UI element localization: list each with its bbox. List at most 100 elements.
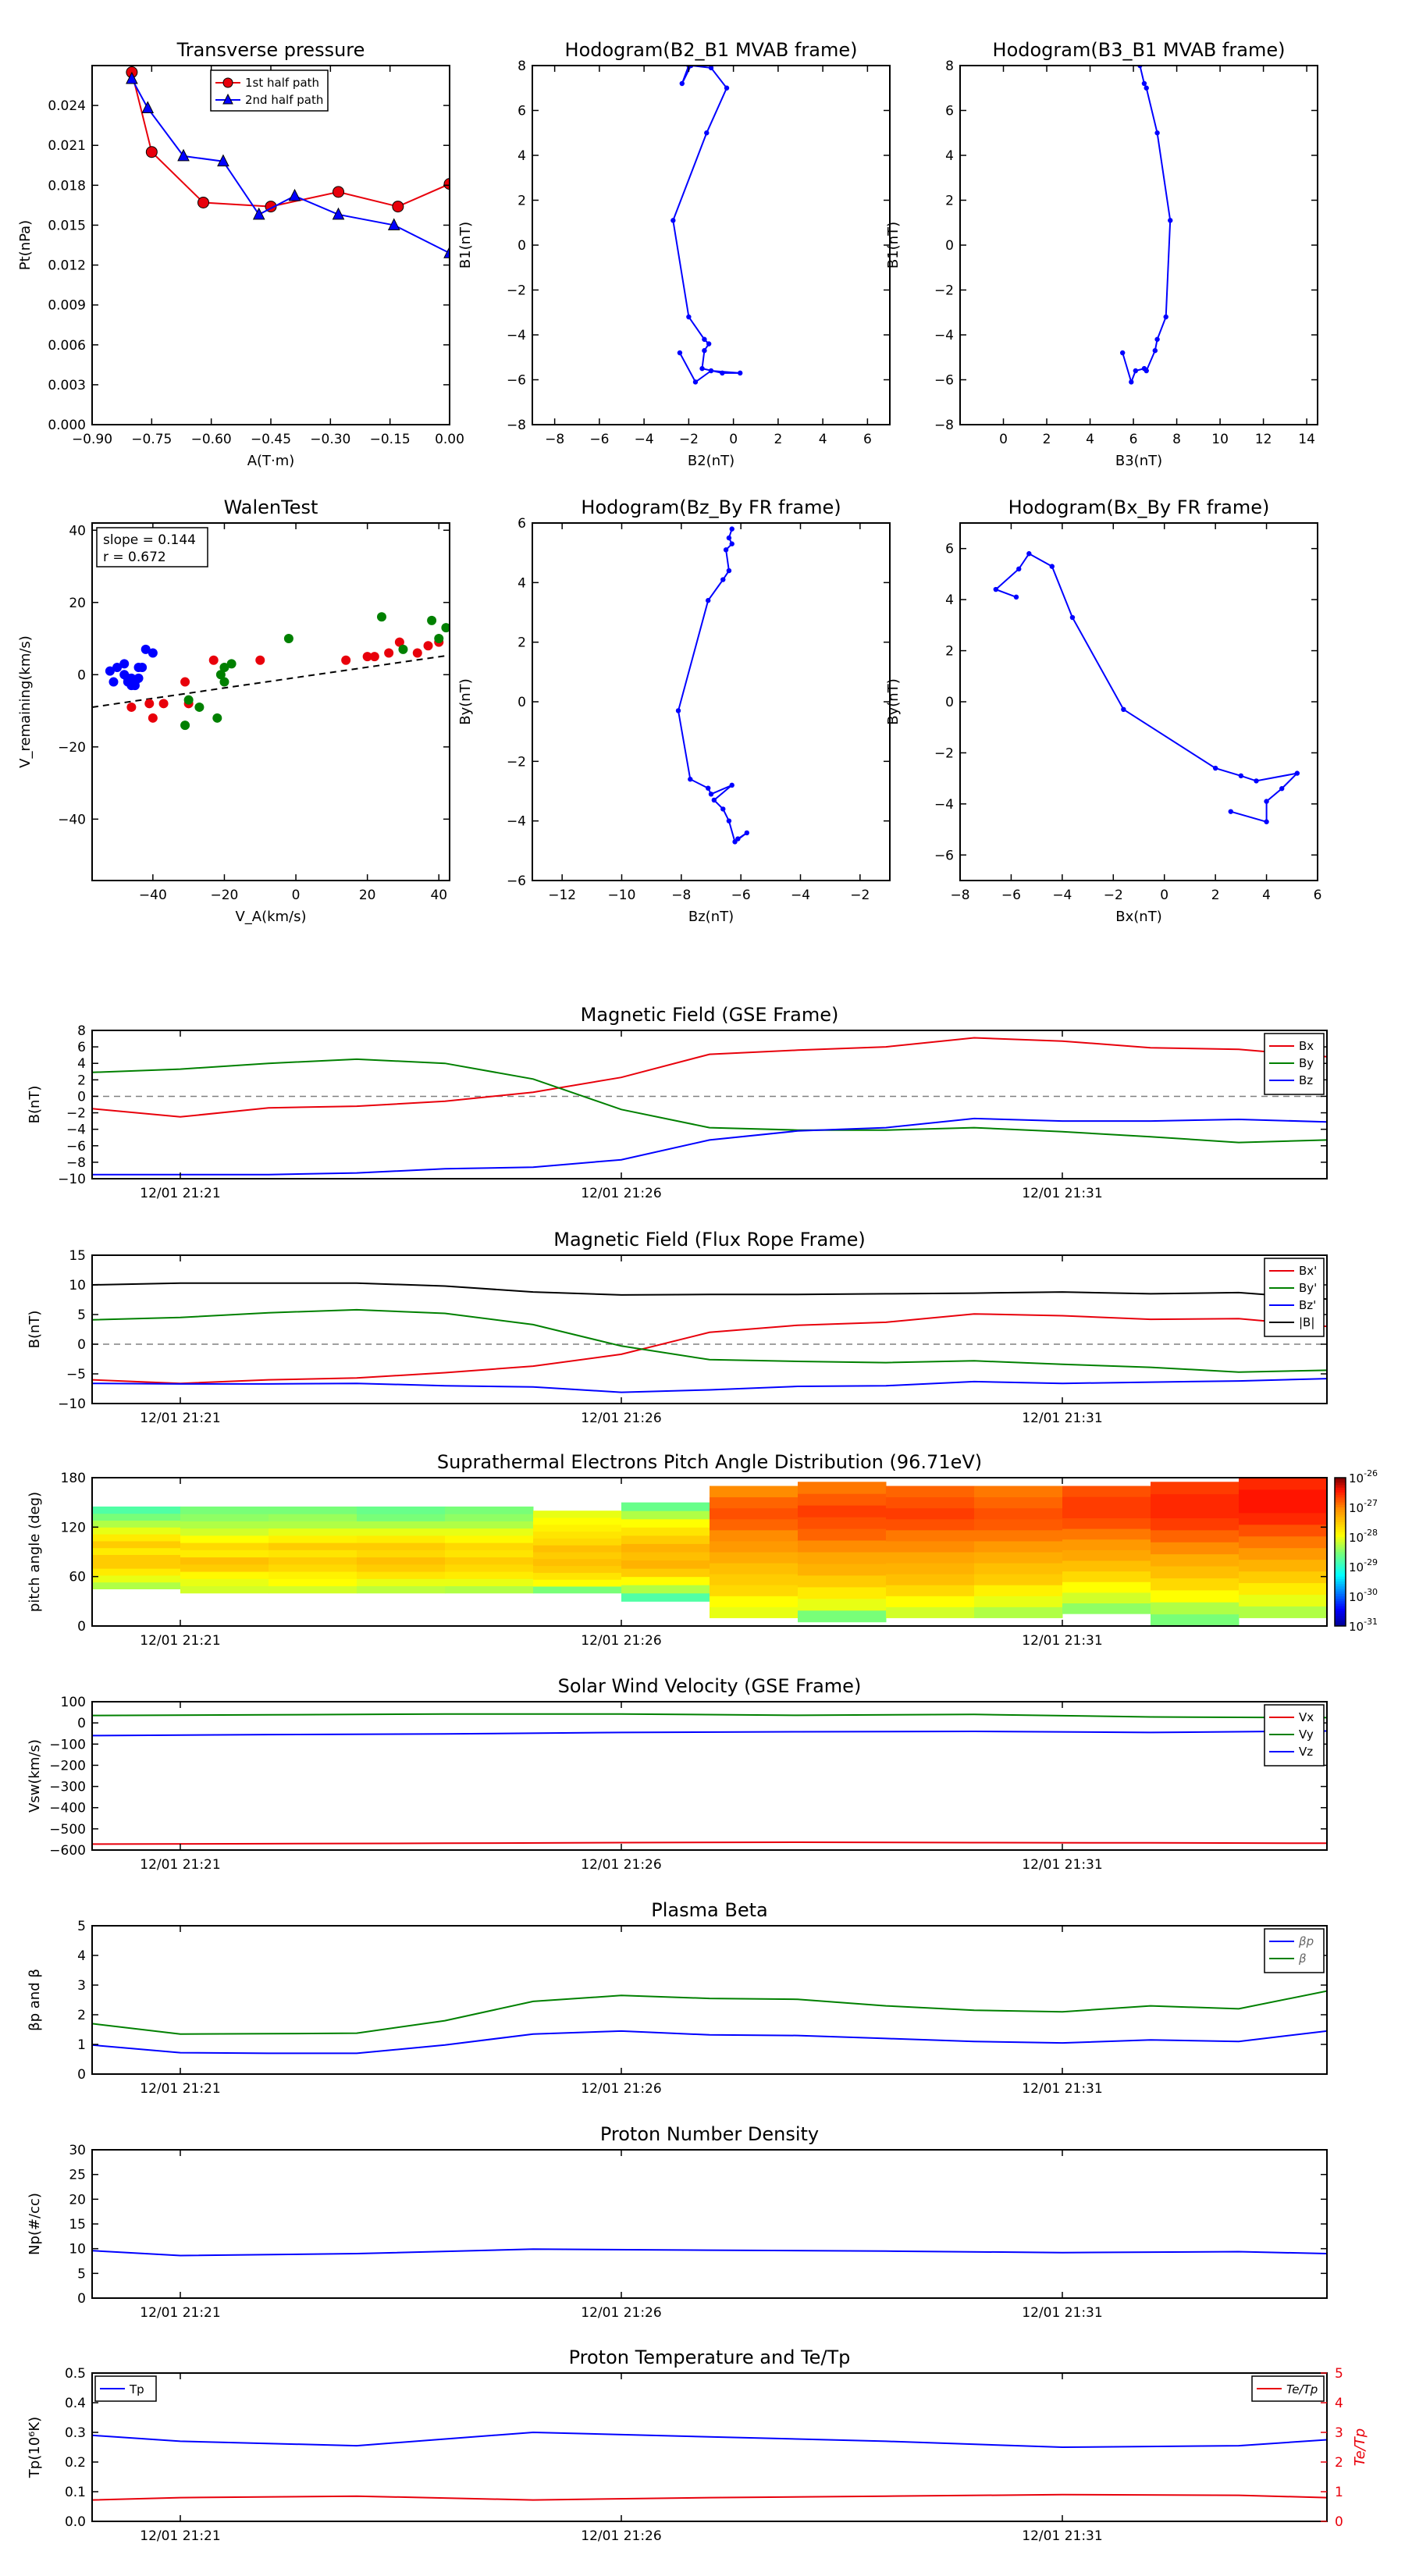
heatmap-cell [445, 1571, 534, 1579]
data-point [705, 785, 711, 791]
data-point [726, 535, 732, 541]
data-point [1264, 819, 1269, 824]
heatmap-cell [1151, 1602, 1240, 1615]
series-line [92, 2248, 1327, 2257]
chart-title: Transverse pressure [176, 39, 365, 61]
chart-title: Magnetic Field (Flux Rope Frame) [553, 1229, 865, 1251]
data-point [1279, 786, 1285, 792]
figure: Transverse pressure −0.90 −0.75 −0.60 −0.45 −… [17, 39, 1378, 2544]
data-point [1294, 770, 1300, 776]
heatmap-cell [710, 1563, 799, 1574]
heatmap-cell [1239, 1500, 1327, 1514]
x-tick-label: 12/01 21:26 [581, 2305, 661, 2321]
heatmap-cell [92, 1506, 181, 1514]
heatmap-cell [621, 1510, 710, 1520]
heatmap-cell [886, 1606, 975, 1618]
colorbar-segment [1335, 1534, 1346, 1538]
data-point [1254, 778, 1259, 784]
y-tick-label: 0 [945, 238, 954, 254]
data-point [1013, 594, 1019, 600]
y-tick-label: 0.2 [65, 2455, 86, 2471]
colorbar-segment [1335, 1618, 1346, 1622]
heatmap-cell [1062, 1592, 1151, 1604]
heatmap-cell [710, 1496, 799, 1509]
data-point [1238, 773, 1244, 779]
fit-line [92, 654, 450, 708]
colorbar-segment [1335, 1542, 1346, 1545]
heatmap-cell [798, 1586, 887, 1599]
x-tick-label: 12 [1255, 432, 1272, 447]
x-tick-label: 2 [1211, 888, 1220, 903]
colorbar-segment [1335, 1517, 1346, 1521]
chart-title: Hodogram(Bx_By FR frame) [1008, 496, 1270, 518]
data-point [1141, 365, 1147, 372]
data-point [288, 188, 301, 201]
data-point [738, 370, 743, 376]
colorbar-tick-label: 10-26 [1349, 1468, 1378, 1485]
data-point [255, 655, 265, 665]
heatmap-cell [269, 1578, 357, 1587]
plot-frame [959, 522, 1318, 881]
series-line [92, 1282, 1327, 1300]
series-line [672, 66, 741, 383]
heatmap-cell [357, 1542, 446, 1550]
heatmap-cell [1239, 1524, 1327, 1537]
data-point [341, 655, 351, 665]
panel-h31: Hodogram(B3_B1 MVAB frame) 0 2 4 6 8 10 12 14 −8 −… [885, 39, 1318, 469]
y-tick-label: 10 [69, 2242, 86, 2258]
y-tick-label: 2 [518, 635, 526, 651]
panel-bfr: Magnetic Field (Flux Rope Frame) 12/01 21… [27, 1229, 1328, 1426]
colorbar-segment [1335, 1621, 1346, 1624]
x-axis-label: V_A(km/s) [235, 909, 306, 925]
colorbar-segment [1335, 1549, 1346, 1553]
heatmap-cell [445, 1514, 534, 1521]
x-tick-label: 12/01 21:21 [140, 1186, 220, 1201]
data-point [1026, 551, 1032, 557]
colorbar-tick-label: 10-28 [1349, 1528, 1378, 1545]
heatmap-cell [1239, 1547, 1327, 1560]
heatmap-cell [798, 1610, 887, 1623]
y-tick-label: 40 [69, 523, 86, 539]
heatmap-cell [886, 1596, 975, 1607]
heatmap-cell [92, 1574, 181, 1583]
heatmap-cell [1151, 1506, 1240, 1518]
x-tick-label: −0.60 [191, 432, 232, 447]
colorbar-segment [1335, 1557, 1346, 1560]
y-tick-label: 5 [77, 1308, 86, 1323]
x-axis-label: Bz(nT) [688, 909, 734, 925]
plot-frame [91, 1701, 1328, 1851]
y-tick-label-right: 5 [1335, 2366, 1343, 2382]
heatmap-cell [1151, 1553, 1240, 1567]
chart-title: Hodogram(B3_B1 MVAB frame) [993, 39, 1286, 61]
heatmap-cell [974, 1529, 1063, 1542]
heatmap-cell [1239, 1606, 1327, 1618]
y-tick-label: −8 [934, 418, 954, 433]
x-tick-label: 12/01 21:26 [581, 1411, 661, 1426]
colorbar-segment [1335, 1616, 1346, 1619]
heatmap-cell [886, 1507, 975, 1520]
y-axis-label-right: Te/Tp [1352, 2428, 1368, 2466]
heatmap-cell [445, 1542, 534, 1550]
data-point [729, 782, 735, 788]
heatmap-cell [92, 1547, 181, 1556]
colorbar-segment [1335, 1546, 1346, 1550]
colorbar-segment [1335, 1502, 1346, 1506]
heatmap-cell [710, 1574, 799, 1585]
legend-label: By' [1299, 1281, 1317, 1295]
data-point [123, 677, 133, 687]
heatmap-cell [621, 1535, 710, 1544]
y-tick-label: 3 [77, 1978, 86, 1994]
x-tick-label: 8 [1172, 432, 1181, 447]
plot-area [92, 2248, 1327, 2257]
heatmap-cell [621, 1592, 710, 1602]
heatmap-cell [180, 1550, 269, 1558]
data-point [720, 806, 726, 812]
heatmap-cell [269, 1571, 357, 1579]
y-tick-label: 0 [77, 1716, 86, 1731]
y-tick-label: 0.0 [65, 2514, 86, 2530]
y-tick-label: −10 [58, 1397, 86, 1412]
x-axis-label: B2(nT) [688, 453, 735, 469]
heatmap-cell [1062, 1507, 1151, 1518]
chart-title: WalenTest [224, 496, 318, 518]
data-point [720, 370, 725, 376]
